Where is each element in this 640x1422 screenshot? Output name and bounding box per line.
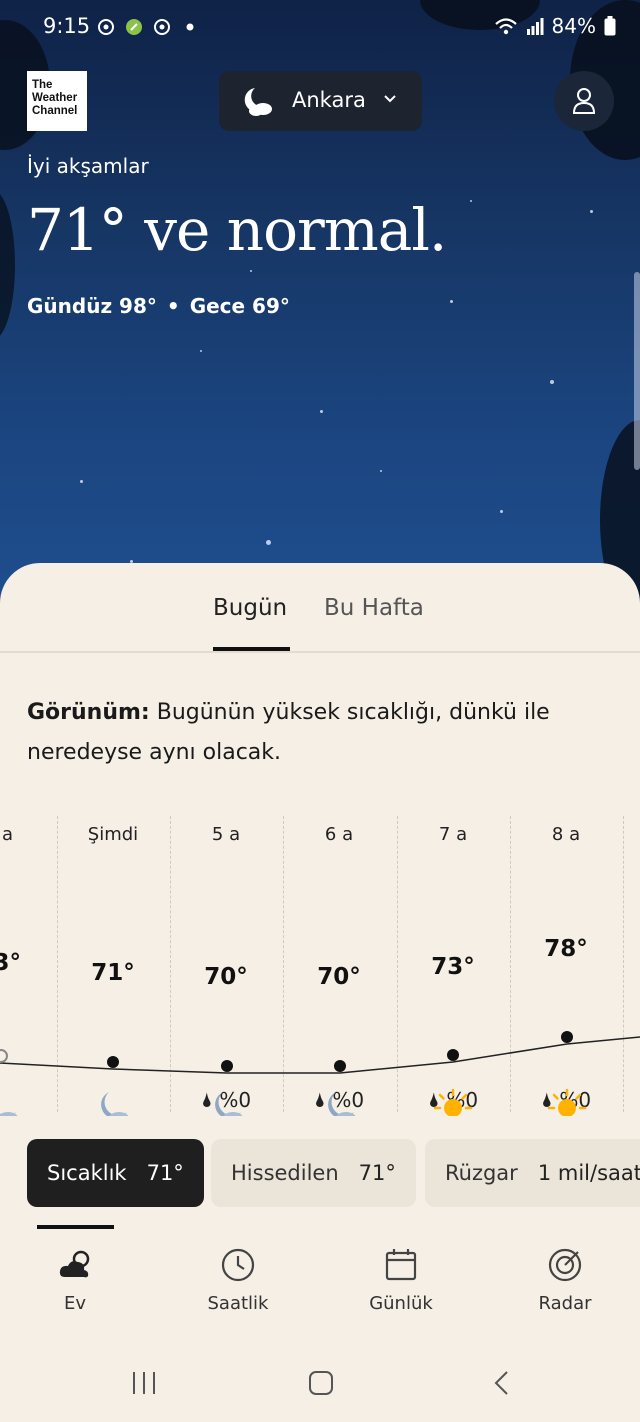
status-time: 9:15 — [43, 14, 91, 38]
app-notification-icon — [126, 19, 142, 35]
temp-point — [107, 1056, 119, 1068]
high-low-temps: Gündüz 98° • Gece 69° — [27, 294, 290, 318]
recent-apps-icon[interactable] — [130, 1369, 158, 1397]
nav-daily-label: Günlük — [369, 1293, 433, 1314]
moon-cloud-icon — [0, 1112, 18, 1116]
temperature-trend-line — [0, 1031, 640, 1074]
location-selector-button[interactable]: Ankara — [219, 71, 422, 131]
greeting: İyi akşamlar — [27, 154, 149, 178]
wifi-icon — [494, 18, 517, 35]
radar-icon — [548, 1248, 582, 1282]
cloud-moon-icon — [59, 1250, 90, 1278]
user-icon — [572, 88, 596, 114]
chip-value: 1 mil/saat — [537, 1161, 640, 1185]
hero-background: 9:15 84% The Weather Channel Ankara İyi … — [0, 0, 640, 620]
status-bar: 9:15 84% — [0, 0, 640, 54]
temp-point — [447, 1049, 459, 1061]
battery-percent: 84% — [551, 14, 596, 38]
nav-home-label: Ev — [63, 1293, 87, 1314]
logo-line-1: The — [32, 79, 53, 91]
temp-point — [221, 1060, 233, 1072]
nav-daily[interactable]: Günlük — [331, 1247, 471, 1314]
chip-value: 71° — [146, 1161, 184, 1185]
moon-cloud-icon — [215, 1092, 243, 1116]
profile-button[interactable] — [554, 71, 614, 131]
notification-icon-2 — [154, 19, 170, 35]
location-name: Ankara — [292, 88, 366, 112]
more-notifications-dot-icon — [186, 23, 194, 31]
moon-cloud-icon — [101, 1092, 129, 1116]
nav-hourly-label: Saatlik — [207, 1293, 269, 1314]
logo-line-2: Weather — [32, 92, 78, 104]
outlook-label: Görünüm: — [27, 700, 150, 725]
forecast-sheet: Bugün Bu Hafta Görünüm: Bugünün yüksek s… — [0, 563, 640, 1422]
logo-line-3: Channel — [32, 105, 78, 117]
chip-label: Hissedilen — [231, 1161, 339, 1185]
tab-this-week[interactable]: Bu Hafta — [324, 595, 424, 621]
sun-icon — [433, 1088, 473, 1116]
day-high: Gündüz 98° — [27, 294, 157, 318]
active-nav-indicator — [37, 1225, 114, 1229]
hourly-forecast[interactable]: a 3° Şimdi 71° 5 a 70° 🌢︎ %0 6 a 70° 🌢︎ … — [0, 816, 640, 1116]
chip-label: Rüzgar — [445, 1161, 518, 1185]
night-low: Gece 69° — [189, 294, 290, 318]
nav-home[interactable]: Ev — [5, 1247, 145, 1314]
tab-today[interactable]: Bugün — [213, 595, 287, 621]
notification-icon — [98, 19, 114, 35]
signal-icon — [526, 18, 544, 35]
battery-icon — [604, 16, 616, 36]
back-icon[interactable] — [488, 1369, 516, 1397]
calendar-icon — [385, 1249, 417, 1281]
temp-point — [0, 1049, 8, 1063]
moon-cloud-icon — [328, 1092, 356, 1116]
outlook-text: Görünüm: Bugünün yüksek sıcaklığı, dünkü… — [27, 693, 597, 773]
tabs-divider — [0, 651, 640, 653]
home-icon[interactable] — [307, 1369, 335, 1397]
temp-point — [334, 1060, 346, 1072]
chip-wind[interactable]: Rüzgar 1 mil/saat — [425, 1139, 640, 1207]
chip-feels-like[interactable]: Hissedilen 71° — [211, 1139, 416, 1207]
chip-value: 71° — [358, 1161, 396, 1185]
chevron-down-icon — [384, 95, 396, 103]
nav-radar[interactable]: Radar — [495, 1247, 635, 1314]
current-conditions-headline: 71° ve normal. — [27, 196, 447, 264]
chip-label: Sıcaklık — [47, 1161, 127, 1185]
nav-radar-label: Radar — [538, 1293, 592, 1314]
clock-icon — [221, 1248, 255, 1282]
nav-hourly[interactable]: Saatlik — [168, 1247, 308, 1314]
scrollbar[interactable] — [634, 272, 640, 470]
temp-point — [561, 1031, 573, 1043]
system-navigation-bar — [0, 1353, 640, 1413]
sun-icon — [547, 1088, 587, 1116]
moon-cloud-icon — [244, 88, 272, 116]
weather-channel-logo[interactable]: The Weather Channel — [27, 71, 87, 131]
chip-temperature[interactable]: Sıcaklık 71° — [27, 1139, 204, 1207]
